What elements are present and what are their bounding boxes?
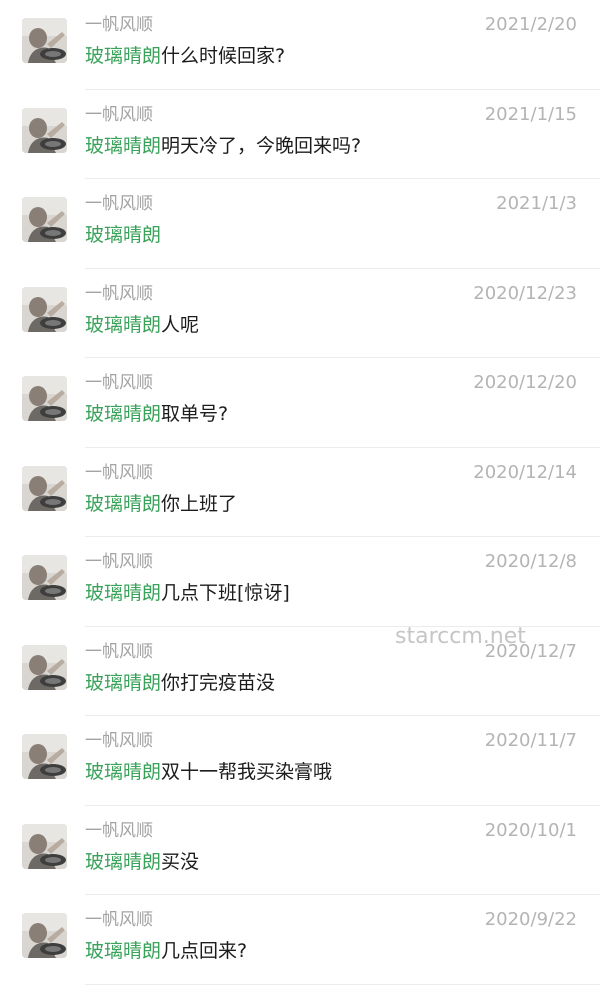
avatar-photo-icon bbox=[22, 555, 67, 600]
sender-name: 一帆风顺 bbox=[85, 731, 153, 751]
mention-name[interactable]: 玻璃晴朗 bbox=[85, 582, 161, 604]
avatar[interactable] bbox=[22, 107, 67, 153]
message-date: 2020/12/20 bbox=[473, 372, 577, 393]
message-content: 玻璃晴朗人呢 bbox=[85, 312, 199, 338]
message-date: 2020/12/14 bbox=[473, 461, 577, 483]
avatar-photo-icon bbox=[22, 107, 67, 153]
watermark-text: starccm.net bbox=[395, 624, 526, 649]
mention-name[interactable]: 玻璃晴朗 bbox=[85, 940, 161, 962]
sender-name: 一帆风顺 bbox=[85, 641, 153, 662]
mention-name[interactable]: 玻璃晴朗 bbox=[85, 672, 161, 694]
message-date: 2020/11/7 bbox=[484, 730, 577, 751]
avatar[interactable] bbox=[22, 197, 67, 242]
avatar-photo-icon bbox=[22, 465, 67, 511]
avatar-photo-icon bbox=[22, 644, 67, 690]
message-text: 你上班了 bbox=[161, 492, 238, 515]
message-content: 玻璃晴朗 bbox=[85, 222, 161, 248]
message-text: 取单号? bbox=[161, 403, 229, 425]
message-text: 买没 bbox=[161, 850, 200, 873]
message-content: 玻璃晴朗你上班了 bbox=[85, 491, 237, 517]
message-content: 玻璃晴朗几点回来? bbox=[85, 938, 247, 964]
mention-name[interactable]: 玻璃晴朗 bbox=[85, 403, 161, 425]
avatar-photo-icon bbox=[22, 823, 67, 869]
sender-name: 一帆风顺 bbox=[85, 194, 153, 214]
message-date: 2020/12/23 bbox=[473, 282, 577, 304]
message-row[interactable]: 一帆风顺 2020/10/1 玻璃晴朗买没 bbox=[0, 806, 600, 895]
message-row[interactable]: 一帆风顺 2020/12/14 玻璃晴朗你上班了 bbox=[0, 448, 600, 537]
sender-name: 一帆风顺 bbox=[85, 283, 153, 304]
message-content: 玻璃晴朗什么时候回家? bbox=[85, 43, 285, 69]
avatar-photo-icon bbox=[22, 734, 67, 779]
message-row[interactable]: 一帆风顺 2020/9/22 玻璃晴朗几点回来? bbox=[0, 895, 600, 985]
message-text: 人呢 bbox=[161, 313, 200, 336]
avatar-photo-icon bbox=[22, 18, 67, 63]
message-date: 2020/9/22 bbox=[484, 909, 577, 930]
avatar[interactable] bbox=[22, 376, 67, 421]
row-divider bbox=[85, 983, 600, 985]
message-text: 你打完疫苗没 bbox=[161, 671, 276, 694]
mention-name[interactable]: 玻璃晴朗 bbox=[85, 493, 161, 515]
message-text: 几点下班[惊讶] bbox=[161, 582, 290, 604]
avatar-photo-icon bbox=[22, 913, 67, 958]
message-content: 玻璃晴朗双十一帮我买染膏哦 bbox=[85, 759, 332, 785]
sender-name: 一帆风顺 bbox=[85, 104, 153, 125]
message-content: 玻璃晴朗取单号? bbox=[85, 401, 228, 427]
sender-name: 一帆风顺 bbox=[85, 462, 153, 483]
sender-name: 一帆风顺 bbox=[85, 15, 153, 35]
message-text: 明天冷了，今晚回来吗? bbox=[161, 134, 362, 157]
message-row[interactable]: 一帆风顺 2020/12/20 玻璃晴朗取单号? bbox=[0, 358, 600, 448]
message-row[interactable]: 一帆风顺 2021/1/3 玻璃晴朗 bbox=[0, 179, 600, 269]
avatar[interactable] bbox=[22, 644, 67, 690]
mention-name[interactable]: 玻璃晴朗 bbox=[85, 135, 161, 157]
message-content: 玻璃晴朗明天冷了，今晚回来吗? bbox=[85, 133, 361, 159]
message-text: 双十一帮我买染膏哦 bbox=[161, 761, 333, 783]
message-content: 玻璃晴朗买没 bbox=[85, 849, 199, 875]
message-date: 2021/1/3 bbox=[496, 193, 577, 214]
message-row[interactable]: 一帆风顺 2021/2/20 玻璃晴朗什么时候回家? bbox=[0, 0, 600, 90]
message-row[interactable]: 一帆风顺 2020/12/8 玻璃晴朗几点下班[惊讶] bbox=[0, 537, 600, 627]
avatar[interactable] bbox=[22, 734, 67, 779]
avatar[interactable] bbox=[22, 913, 67, 958]
avatar[interactable] bbox=[22, 823, 67, 869]
mention-name[interactable]: 玻璃晴朗 bbox=[85, 45, 161, 67]
mention-name[interactable]: 玻璃晴朗 bbox=[85, 314, 161, 336]
avatar-photo-icon bbox=[22, 197, 67, 242]
avatar[interactable] bbox=[22, 286, 67, 332]
message-row[interactable]: 一帆风顺 2021/1/15 玻璃晴朗明天冷了，今晚回来吗? bbox=[0, 90, 600, 179]
message-content: 玻璃晴朗几点下班[惊讶] bbox=[85, 580, 290, 606]
message-date: 2020/10/1 bbox=[484, 819, 577, 841]
message-date: 2021/2/20 bbox=[484, 14, 577, 35]
mention-name[interactable]: 玻璃晴朗 bbox=[85, 761, 161, 783]
sender-name: 一帆风顺 bbox=[85, 820, 153, 841]
mention-name[interactable]: 玻璃晴朗 bbox=[85, 224, 161, 246]
avatar[interactable] bbox=[22, 465, 67, 511]
avatar[interactable] bbox=[22, 555, 67, 600]
message-date: 2021/1/15 bbox=[484, 103, 577, 125]
avatar-photo-icon bbox=[22, 286, 67, 332]
message-date: 2020/12/8 bbox=[484, 551, 577, 572]
message-row[interactable]: 一帆风顺 2020/11/7 玻璃晴朗双十一帮我买染膏哦 bbox=[0, 716, 600, 806]
sender-name: 一帆风顺 bbox=[85, 910, 153, 930]
message-text: 什么时候回家? bbox=[161, 45, 286, 67]
message-content: 玻璃晴朗你打完疫苗没 bbox=[85, 670, 275, 696]
sender-name: 一帆风顺 bbox=[85, 373, 153, 393]
message-text: 几点回来? bbox=[161, 940, 248, 962]
message-list: 一帆风顺 2021/2/20 玻璃晴朗什么时候回家? 一帆风顺 2021/1/1… bbox=[0, 0, 600, 985]
sender-name: 一帆风顺 bbox=[85, 552, 153, 572]
mention-name[interactable]: 玻璃晴朗 bbox=[85, 851, 161, 873]
message-row[interactable]: 一帆风顺 2020/12/23 玻璃晴朗人呢 bbox=[0, 269, 600, 358]
avatar-photo-icon bbox=[22, 376, 67, 421]
avatar[interactable] bbox=[22, 18, 67, 63]
